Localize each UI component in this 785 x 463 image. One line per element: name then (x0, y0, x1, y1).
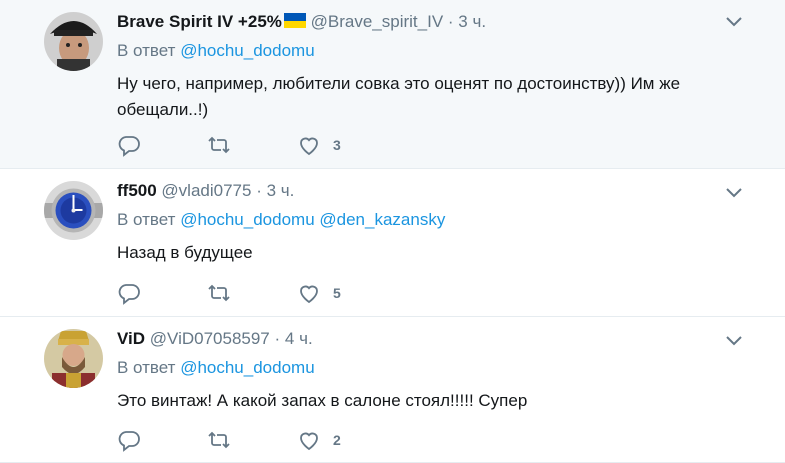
tweet-actions: 5 (117, 280, 341, 306)
tweet-text: Это винтаж! А какой запах в салоне стоял… (117, 388, 745, 414)
retweet-icon (208, 284, 230, 302)
reply-icon (118, 136, 140, 157)
tweet-1[interactable]: Brave Spirit IV +25% @Brave_spirit_IV · … (0, 0, 785, 169)
user-handle[interactable]: @Brave_spirit_IV (311, 12, 444, 31)
display-name[interactable]: Brave Spirit IV +25% (117, 12, 282, 31)
tweet-actions: 2 (117, 427, 341, 453)
timestamp[interactable]: 4 ч. (285, 329, 313, 348)
tweet-text: Назад в будущее (117, 240, 745, 266)
reply-icon (118, 431, 140, 452)
mention-link[interactable]: @hochu_dodomu (180, 41, 314, 60)
display-name[interactable]: ff500 (117, 181, 157, 200)
separator-dot: · (274, 329, 281, 348)
chevron-down-icon[interactable] (725, 187, 743, 199)
heart-icon (300, 285, 318, 304)
retweet-button[interactable] (207, 281, 231, 305)
avatar-ff500[interactable] (44, 181, 103, 240)
reply-context: В ответ @hochu_dodomu (117, 40, 745, 62)
avatar-vid[interactable] (44, 329, 103, 388)
tweet-text-line: Это винтаж! А какой запах в салоне стоял… (117, 391, 528, 410)
tweet-header: ff500 @vladi0775 · 3 ч. (117, 179, 745, 203)
tweet-2[interactable]: ff500 @vladi0775 · 3 ч. В ответ @hochu_d… (0, 169, 785, 317)
mention-link[interactable]: @hochu_dodomu (180, 210, 314, 229)
tweet-header: Brave Spirit IV +25% @Brave_spirit_IV · … (117, 10, 745, 34)
user-handle[interactable]: @ViD07058597 (150, 329, 270, 348)
like-button[interactable]: 3 (297, 133, 341, 157)
reply-button[interactable] (117, 281, 141, 305)
reply-prefix: В ответ (117, 41, 176, 60)
retweet-button[interactable] (207, 428, 231, 452)
reply-button[interactable] (117, 133, 141, 157)
like-count: 2 (333, 432, 341, 448)
like-count: 3 (333, 137, 341, 153)
separator-dot: · (256, 181, 262, 200)
heart-icon (300, 137, 318, 156)
user-handle[interactable]: @vladi0775 (161, 181, 251, 200)
separator-dot: · (447, 12, 454, 31)
timestamp[interactable]: 3 ч. (267, 181, 295, 200)
reply-icon (118, 284, 140, 305)
tweet-text-line: Назад в будущее (117, 243, 253, 262)
tweet-actions: 3 (117, 132, 341, 158)
like-button[interactable]: 2 (297, 428, 341, 452)
reply-prefix: В ответ (117, 210, 176, 229)
chevron-down-icon[interactable] (725, 335, 743, 347)
chevron-down-icon[interactable] (725, 16, 743, 28)
tweet-text-line: Ну чего, например, любители совка это оц… (117, 74, 681, 93)
retweet-button[interactable] (207, 133, 231, 157)
reply-button[interactable] (117, 428, 141, 452)
tweet-header: ViD @ViD07058597 · 4 ч. (117, 327, 745, 351)
heart-icon (300, 432, 318, 451)
like-count: 5 (333, 285, 341, 301)
tweet-text: Ну чего, например, любители совка это оц… (117, 71, 745, 123)
like-button[interactable]: 5 (297, 281, 341, 305)
reply-prefix: В ответ (117, 358, 176, 377)
reply-context: В ответ @hochu_dodomu (117, 357, 745, 379)
display-name[interactable]: ViD (117, 329, 145, 348)
ukraine-flag-icon (283, 13, 306, 28)
reply-context: В ответ @hochu_dodomu @den_kazansky (117, 209, 745, 231)
timestamp[interactable]: 3 ч. (458, 12, 486, 31)
mention-link[interactable]: @hochu_dodomu (180, 358, 314, 377)
retweet-icon (208, 136, 230, 154)
tweet-3[interactable]: ViD @ViD07058597 · 4 ч. В ответ @hochu_d… (0, 317, 785, 463)
mention-link[interactable]: @den_kazansky (319, 210, 445, 229)
tweet-text-line: обещали..!) (117, 100, 209, 119)
avatar-brave-spirit[interactable] (44, 12, 103, 71)
retweet-icon (208, 431, 230, 449)
